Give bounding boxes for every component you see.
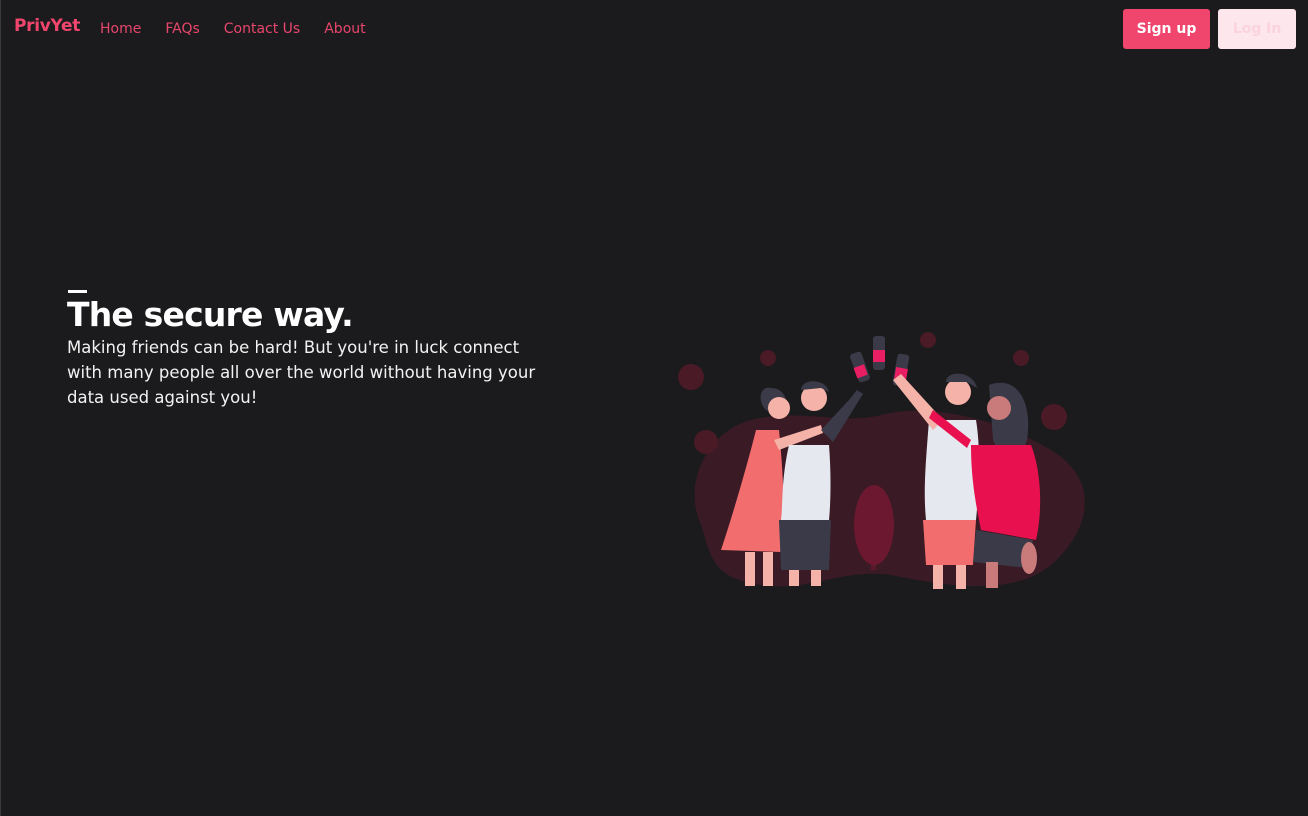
dot <box>1041 404 1067 430</box>
nav-link-faqs[interactable]: FAQs <box>165 21 199 37</box>
signup-button[interactable]: Sign up <box>1123 9 1210 49</box>
dot <box>694 430 718 454</box>
brand-logo[interactable]: PrivYet <box>14 16 80 36</box>
hero-description: Making friends can be hard! But you're i… <box>67 338 536 407</box>
dot <box>1013 350 1029 366</box>
title-accent-dash <box>68 290 87 293</box>
dot <box>920 332 936 348</box>
hero-title: The secure way. <box>67 295 354 334</box>
hero-section: The secure way. Making friends can be ha… <box>67 287 547 410</box>
dot <box>760 350 776 366</box>
tree-crown <box>854 485 894 565</box>
nav-link-contact-us[interactable]: Contact Us <box>224 21 300 37</box>
navbar: PrivYet Home FAQs Contact Us About Sign … <box>1 0 1308 60</box>
page: PrivYet Home FAQs Contact Us About Sign … <box>0 0 1308 816</box>
nav-link-about[interactable]: About <box>324 21 365 37</box>
friends-celebrating-illustration <box>678 332 1085 589</box>
nav-links: Home FAQs Contact Us About <box>100 21 390 37</box>
dot <box>678 364 704 390</box>
nav-link-home[interactable]: Home <box>100 21 141 37</box>
hero-title-wrap: The secure way. <box>67 287 547 343</box>
login-button[interactable]: Log In <box>1218 9 1296 49</box>
